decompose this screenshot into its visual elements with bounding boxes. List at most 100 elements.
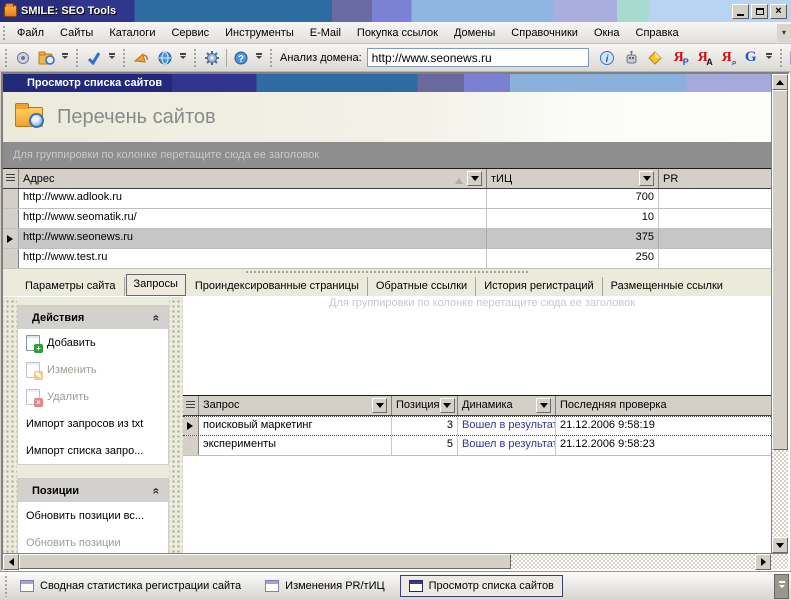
query-last-check-cell[interactable]: 21.12.2006 9:58:19 xyxy=(556,417,771,435)
column-header-pr[interactable]: PR xyxy=(659,169,771,188)
dynamics-filter-button[interactable] xyxy=(536,398,551,413)
column-header-tic[interactable]: тИЦ xyxy=(487,169,659,188)
settings-button[interactable] xyxy=(11,46,35,70)
query-row[interactable]: поисковый маркетинг3Вошел в результаты21… xyxy=(183,416,771,436)
query-filter-button[interactable] xyxy=(372,398,387,413)
menu-item-справочники[interactable]: Справочники xyxy=(503,24,586,42)
query-dynamics-cell[interactable]: Вошел в результаты xyxy=(458,417,556,435)
sidebar-item[interactable]: +Добавить xyxy=(18,329,168,356)
tools-button[interactable] xyxy=(200,46,224,70)
analysis-button[interactable] xyxy=(643,46,667,70)
column-header-address[interactable]: Адрес xyxy=(19,169,487,188)
tab-3[interactable]: Проиндексированные страницы xyxy=(187,277,368,296)
position-filter-button[interactable] xyxy=(440,398,455,413)
menu-item-сайты[interactable]: Сайты xyxy=(52,24,101,42)
site-address-cell[interactable]: http://www.seomatik.ru/ xyxy=(19,209,487,228)
taskbar-overflow-button[interactable] xyxy=(774,574,789,599)
tab-4[interactable]: Обратные ссылки xyxy=(368,277,476,296)
horizontal-scroll-track[interactable] xyxy=(511,554,755,569)
row-selector-cell[interactable] xyxy=(183,436,199,455)
sidebar-panel-header[interactable]: Позиции« xyxy=(18,479,168,502)
site-row[interactable]: http://www.adlook.ru700 xyxy=(3,189,771,209)
tic-filter-button[interactable] xyxy=(639,171,654,186)
menu-item-файл[interactable]: Файл xyxy=(9,24,52,42)
toolbar-grip[interactable] xyxy=(75,48,80,68)
yandex-search-button[interactable]: Я⌕ xyxy=(715,46,739,70)
query-text-cell[interactable]: эксперименты xyxy=(199,436,392,455)
toolbar-grip[interactable] xyxy=(779,48,784,68)
site-pr-cell[interactable] xyxy=(659,249,771,268)
toolbar-dropdown-icon[interactable] xyxy=(253,46,265,70)
domain-input[interactable] xyxy=(367,48,589,67)
site-pr-cell[interactable] xyxy=(659,229,771,248)
window-tab-1[interactable]: Сводная статистика регистрации сайта xyxy=(11,575,250,597)
web-button[interactable] xyxy=(153,46,177,70)
scroll-right-button[interactable] xyxy=(755,554,771,570)
robot-check-button[interactable] xyxy=(619,46,643,70)
site-row[interactable]: http://www.seonews.ru375 xyxy=(3,229,771,249)
column-header-last-check[interactable]: Последняя проверка xyxy=(556,396,771,415)
site-tic-cell[interactable]: 375 xyxy=(487,229,659,248)
site-address-cell[interactable]: http://www.adlook.ru xyxy=(19,189,487,208)
menu-item-инструменты[interactable]: Инструменты xyxy=(217,24,302,42)
toolbar-dropdown-icon[interactable] xyxy=(763,46,775,70)
yandex-position-button[interactable]: ЯA xyxy=(691,46,715,70)
minimize-button[interactable] xyxy=(732,4,749,19)
vertical-scrollbar[interactable] xyxy=(771,74,788,553)
vertical-scroll-track[interactable] xyxy=(772,450,788,537)
row-selector-cell[interactable] xyxy=(3,249,19,268)
toolbar-grip[interactable] xyxy=(4,48,9,68)
column-header-query[interactable]: Запрос xyxy=(199,396,392,415)
sidebar-panel-header[interactable]: Действия« xyxy=(18,306,168,329)
announce-button[interactable] xyxy=(129,46,153,70)
menu-item-покупка-ссылок[interactable]: Покупка ссылок xyxy=(349,24,446,42)
site-tic-cell[interactable]: 10 xyxy=(487,209,659,228)
sidebar-splitter-left[interactable] xyxy=(3,297,17,553)
collapse-chevron-icon[interactable]: « xyxy=(150,314,164,321)
collapse-chevron-icon[interactable]: « xyxy=(150,487,164,494)
menu-item-e-mail[interactable]: E-Mail xyxy=(302,24,349,42)
site-row[interactable]: http://www.seomatik.ru/10 xyxy=(3,209,771,229)
scroll-up-button[interactable] xyxy=(772,74,788,90)
tab-5[interactable]: История регистраций xyxy=(476,277,602,296)
toolbar-grip[interactable] xyxy=(122,48,127,68)
site-pr-cell[interactable] xyxy=(659,209,771,228)
query-row[interactable]: эксперименты5Вошел в результаты21.12.200… xyxy=(183,436,771,456)
query-last-check-cell[interactable]: 21.12.2006 9:58:23 xyxy=(556,436,771,455)
web-help-button[interactable]: ? xyxy=(229,46,253,70)
toolbar-dropdown-icon[interactable] xyxy=(177,46,189,70)
site-tic-cell[interactable]: 250 xyxy=(487,249,659,268)
query-dynamics-cell[interactable]: Вошел в результаты xyxy=(458,436,556,455)
vertical-scroll-thumb[interactable] xyxy=(772,90,788,450)
window-tab-3[interactable]: Просмотр списка сайтов xyxy=(400,575,563,597)
window-list-button[interactable] xyxy=(786,46,791,70)
tab-2[interactable]: Запросы xyxy=(126,274,186,296)
site-address-cell[interactable]: http://www.seonews.ru xyxy=(19,229,487,248)
horizontal-splitter[interactable] xyxy=(3,269,771,276)
row-selector-cell[interactable] xyxy=(183,417,199,435)
yandex-pr-button[interactable]: ЯP xyxy=(667,46,691,70)
row-selector-cell[interactable] xyxy=(3,189,19,208)
query-position-cell[interactable]: 3 xyxy=(392,417,458,435)
scroll-down-button[interactable] xyxy=(772,537,788,553)
horizontal-scroll-thumb[interactable] xyxy=(19,554,511,569)
maximize-button[interactable] xyxy=(751,4,768,19)
menu-item-окна[interactable]: Окна xyxy=(586,24,628,42)
column-header-dynamics[interactable]: Динамика xyxy=(458,396,556,415)
site-list-button[interactable] xyxy=(35,46,59,70)
toolbar-grip[interactable] xyxy=(193,48,198,68)
domain-info-button[interactable]: i xyxy=(595,46,619,70)
scroll-left-button[interactable] xyxy=(3,554,19,570)
site-tic-cell[interactable]: 700 xyxy=(487,189,659,208)
toolbar-dropdown-icon[interactable] xyxy=(59,46,71,70)
address-filter-button[interactable] xyxy=(467,171,482,186)
sidebar-splitter-right[interactable] xyxy=(169,297,183,553)
taskbar-grip[interactable] xyxy=(4,575,9,597)
tab-1[interactable]: Параметры сайта xyxy=(17,277,125,296)
sidebar-item[interactable]: Импорт запросов из txt xyxy=(18,410,168,437)
query-text-cell[interactable]: поисковый маркетинг xyxy=(199,417,392,435)
menu-overflow-button[interactable]: ▾ xyxy=(777,24,791,42)
google-button[interactable]: G xyxy=(739,46,763,70)
sidebar-item[interactable]: Обновить позиции вс... xyxy=(18,502,168,529)
menu-item-справка[interactable]: Справка xyxy=(628,24,687,42)
